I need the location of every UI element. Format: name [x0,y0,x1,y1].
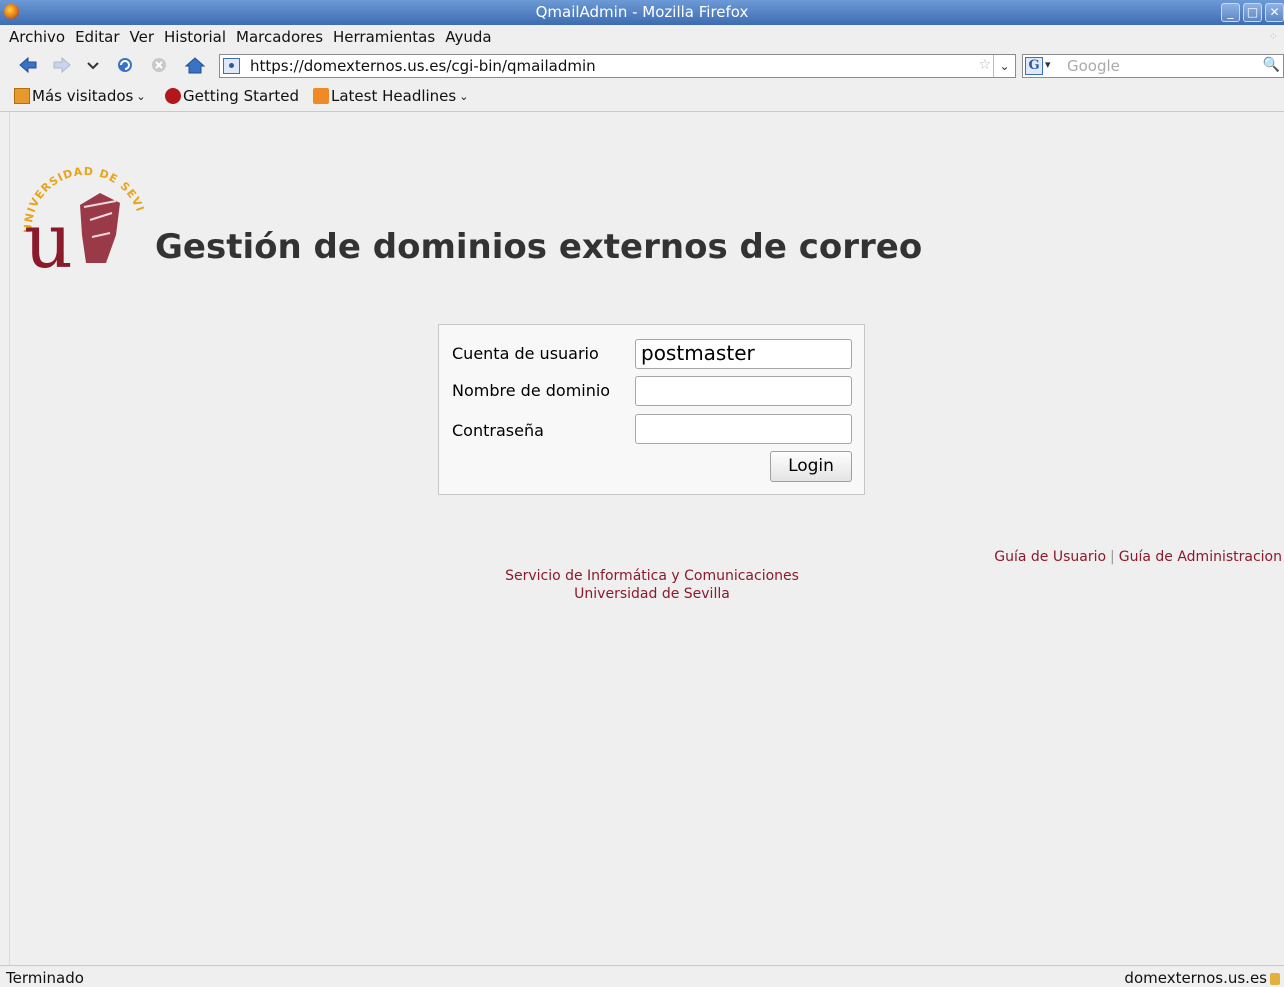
home-icon[interactable] [184,56,206,74]
universidad-sevilla-logo: UNIVERSIDAD DE SEVILLA u [20,165,146,275]
footer-university-link[interactable]: Universidad de Sevilla [0,585,1284,603]
user-guide-link[interactable]: Guía de Usuario [994,549,1106,565]
minimize-button[interactable]: _ [1221,3,1240,22]
menu-archivo[interactable]: Archivo [4,28,70,46]
status-domain-text: domexternos.us.es [1124,969,1267,987]
lock-icon[interactable] [1270,972,1280,985]
bookmark-label: Latest Headlines [331,87,457,105]
menu-ayuda[interactable]: Ayuda [440,28,496,46]
back-icon[interactable] [18,56,38,74]
forward-icon[interactable] [52,56,72,74]
bookmark-getting-started[interactable]: Getting Started [165,87,299,105]
svg-text:u: u [24,196,73,275]
bookmarks-toolbar: Más visitados ⌄ Getting Started Latest H… [0,81,1284,112]
bookmark-mas-visitados[interactable]: Más visitados ⌄ [14,87,146,105]
bookmark-label: Getting Started [183,87,299,105]
footer: Servicio de Informática y Comunicaciones… [0,567,1284,603]
firefox-icon [4,4,19,19]
menu-historial[interactable]: Historial [159,28,231,46]
user-field[interactable]: postmaster [635,339,852,369]
status-bar: Terminado domexternos.us.es [0,965,1284,987]
menu-marcadores[interactable]: Marcadores [231,28,328,46]
site-identity-icon[interactable] [223,58,240,74]
url-bar[interactable]: https://domexternos.us.es/cgi-bin/qmaila… [219,54,1016,78]
navigation-toolbar: https://domexternos.us.es/cgi-bin/qmaila… [0,49,1284,81]
search-input[interactable]: Google [1067,57,1120,75]
chevron-down-icon: ⌄ [136,89,146,103]
domain-label: Nombre de dominio [452,381,611,400]
bookmark-latest-headlines[interactable]: Latest Headlines ⌄ [313,87,468,105]
url-text[interactable]: https://domexternos.us.es/cgi-bin/qmaila… [250,57,596,75]
menu-herramientas[interactable]: Herramientas [328,28,440,46]
menu-editar[interactable]: Editar [70,28,124,46]
rss-icon [313,88,329,104]
domain-field[interactable] [635,376,852,406]
firefox-bug-icon [165,88,181,104]
page-title: Gestión de dominios externos de correo [155,227,923,267]
folder-icon [14,88,30,104]
throbber-icon: ⁘ [1268,30,1278,43]
password-field[interactable] [635,414,852,444]
footer-org-link[interactable]: Servicio de Informática y Comunicaciones [0,567,1284,585]
reload-icon[interactable] [115,56,135,74]
stop-icon[interactable] [149,56,169,74]
close-button[interactable]: ✕ [1265,3,1284,22]
menu-bar: Archivo Editar Ver Historial Marcadores … [0,25,1284,49]
login-button[interactable]: Login [770,451,852,482]
google-engine-icon[interactable]: G [1025,57,1043,75]
menu-ver[interactable]: Ver [125,28,160,46]
search-icon[interactable]: 🔍 [1263,57,1280,73]
status-text: Terminado [6,969,84,987]
chevron-down-icon: ⌄ [459,89,469,103]
password-label: Contraseña [452,421,544,440]
history-dropdown-icon[interactable] [86,56,100,74]
window-title: QmailAdmin - Mozilla Firefox [535,3,749,21]
admin-guide-link[interactable]: Guía de Administracion [1119,549,1282,565]
user-label: Cuenta de usuario [452,344,599,363]
bookmark-label: Más visitados [32,87,134,105]
search-engine-dropdown-icon[interactable]: ▾ [1045,58,1051,71]
login-form: Cuenta de usuario postmaster Nombre de d… [438,324,865,495]
link-separator: | [1110,549,1115,565]
window-title-bar: QmailAdmin - Mozilla Firefox _ □ ✕ [0,0,1284,25]
status-domain: domexternos.us.es [1124,969,1280,987]
maximize-button[interactable]: □ [1243,3,1262,22]
bookmark-star-icon[interactable]: ☆ [978,57,991,73]
guide-links: Guía de Usuario | Guía de Administracion [994,549,1282,565]
sidebar-frame [0,112,10,965]
url-dropdown-icon[interactable]: ⌄ [993,55,1015,77]
search-bar[interactable]: G ▾ Google 🔍 [1022,54,1284,78]
